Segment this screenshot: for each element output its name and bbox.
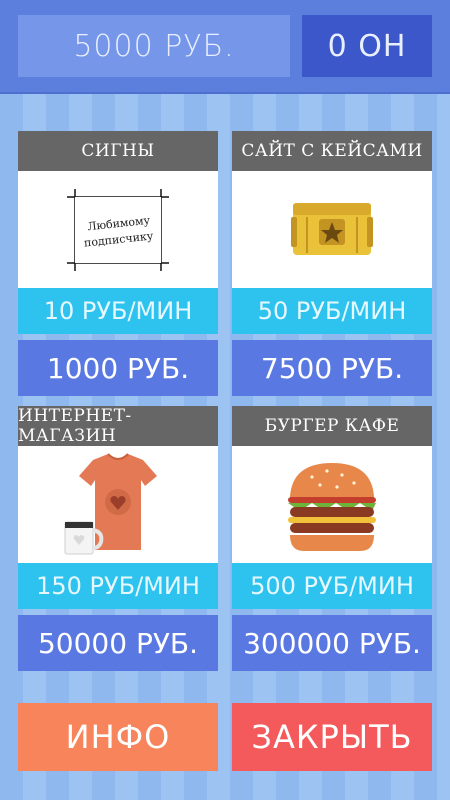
income-label: 150 РУБ/МИН xyxy=(18,563,218,609)
buy-button[interactable]: 7500 РУБ. xyxy=(232,340,432,396)
buy-button[interactable]: 300000 РУБ. xyxy=(232,615,432,671)
card-image: Любимому подписчику xyxy=(18,171,218,288)
card-title: БУРГЕР КАФЕ xyxy=(232,406,432,446)
income-label: 50 РУБ/МИН xyxy=(232,288,432,334)
tshirt-and-mug-icon xyxy=(64,452,157,554)
info-button[interactable]: ИНФО xyxy=(18,703,218,771)
business-card-online-store: ИНТЕРНЕТ-МАГАЗИН 150 РУБ/МИН 50000 РУБ. xyxy=(18,406,218,671)
card-image xyxy=(18,446,218,563)
card-title: ИНТЕРНЕТ-МАГАЗИН xyxy=(18,406,218,446)
income-label: 500 РУБ/МИН xyxy=(232,563,432,609)
buy-button[interactable]: 50000 РУБ. xyxy=(18,615,218,671)
card-image xyxy=(232,171,432,288)
card-title: САЙТ С КЕЙСАМИ xyxy=(232,131,432,171)
top-bar: 5000 РУБ. 0 ОН xyxy=(0,0,450,94)
card-image xyxy=(232,446,432,563)
signature-paper-icon: Любимому подписчику xyxy=(67,188,169,271)
card-title: СИГНЫ xyxy=(18,131,218,171)
buy-button[interactable]: 1000 РУБ. xyxy=(18,340,218,396)
burger-icon xyxy=(288,462,376,551)
business-card-case-site: САЙТ С КЕЙСАМИ 50 РУБ/МИН 7500 РУБ. xyxy=(232,131,432,396)
close-button[interactable]: ЗАКРЫТЬ xyxy=(232,703,432,771)
business-card-burger-cafe: БУРГЕР КАФЕ 500 РУБ/МИН 300000 РУБ. xyxy=(232,406,432,671)
yellow-case-icon xyxy=(291,202,373,255)
income-rate-display: 0 ОН xyxy=(302,15,432,77)
income-label: 10 РУБ/МИН xyxy=(18,288,218,334)
money-display: 5000 РУБ. xyxy=(18,15,290,77)
business-card-signs: СИГНЫ Любимому подписчику 10 РУБ/МИН 100… xyxy=(18,131,218,396)
